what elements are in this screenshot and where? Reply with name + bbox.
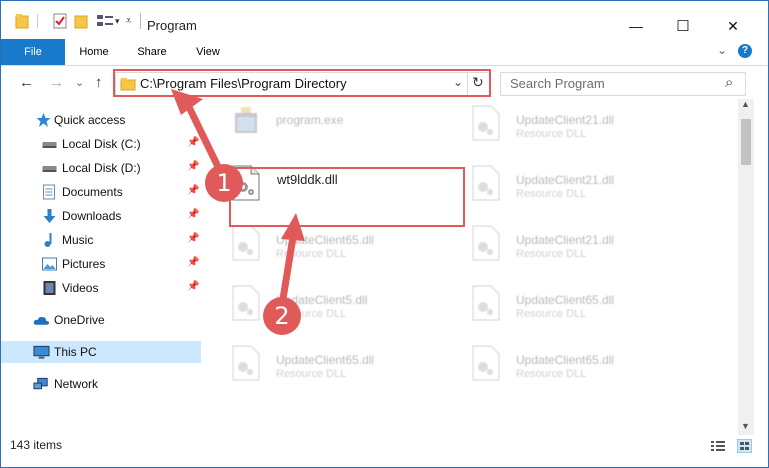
explorer-window: ▾ ⩡ Program — ☐ ✕ File Home Share View ⌄… xyxy=(0,0,769,468)
step-1-badge: 1 xyxy=(205,164,243,202)
step-2-badge: 2 xyxy=(263,297,301,335)
annotation-arrows xyxy=(171,89,305,300)
